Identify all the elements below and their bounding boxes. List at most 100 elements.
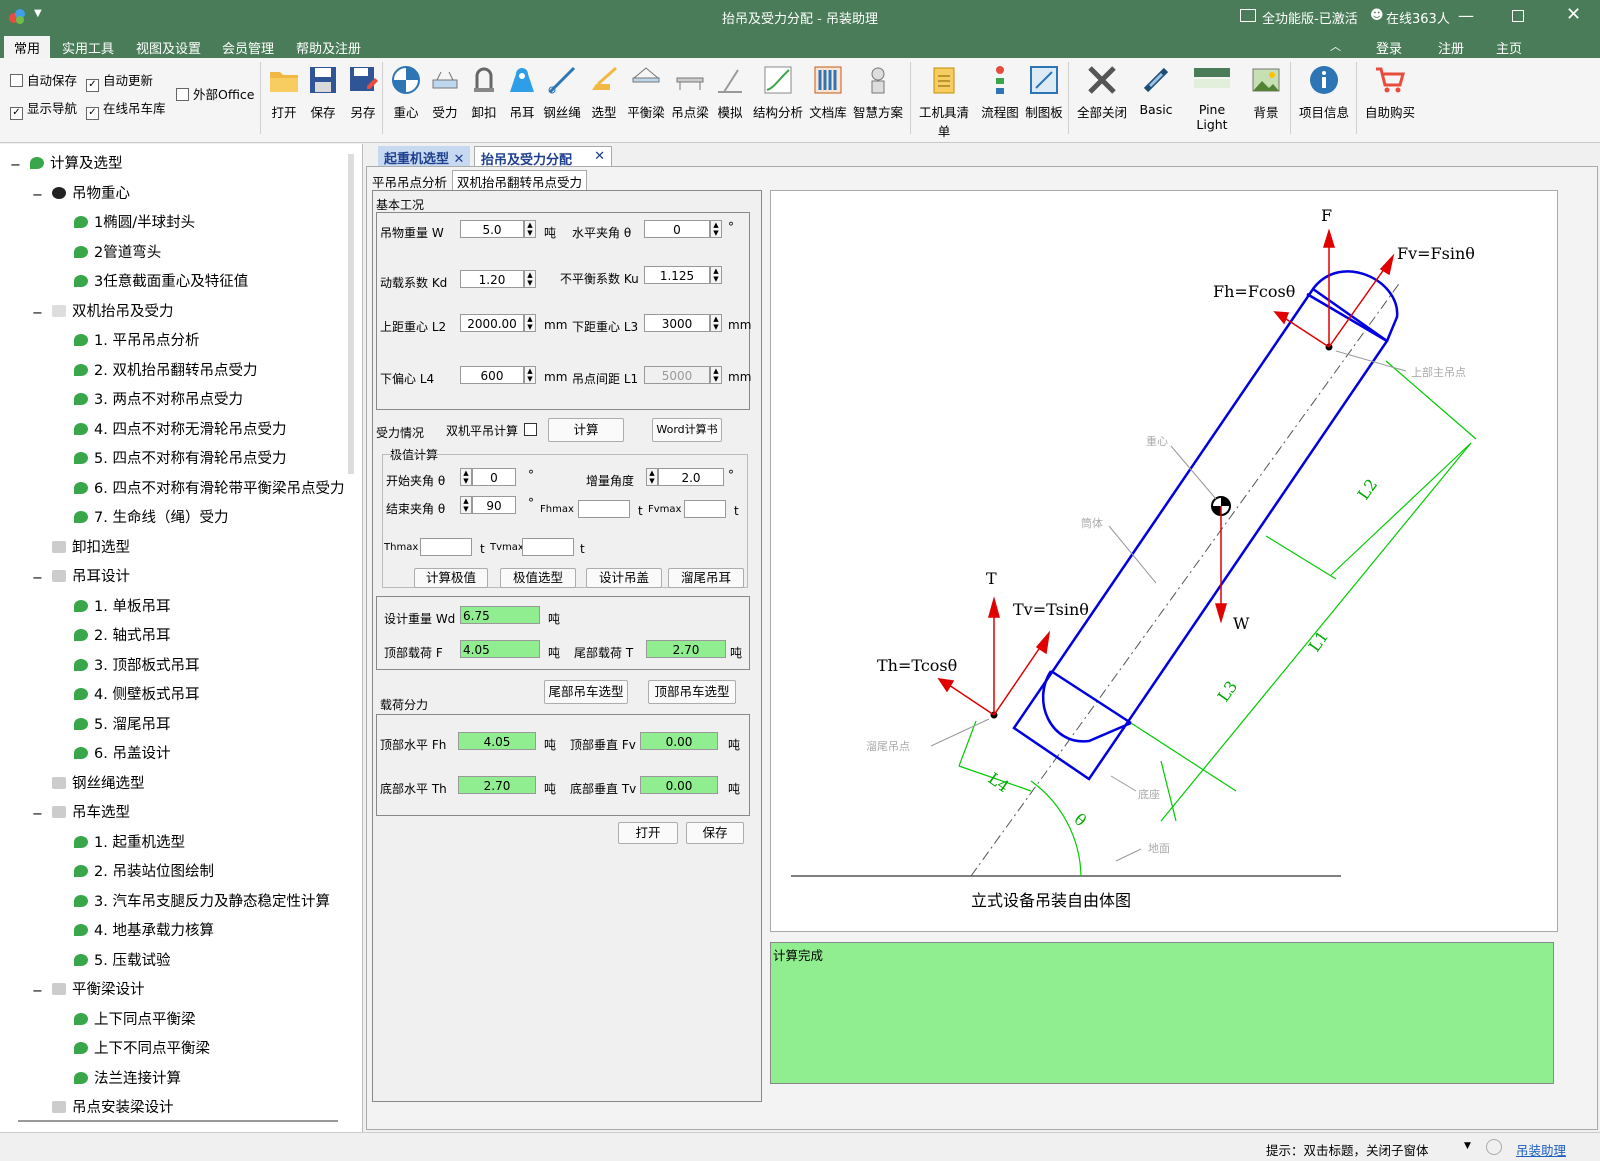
tree-expander-icon[interactable]: −	[32, 571, 43, 586]
word-report-button[interactable]: Word计算书	[652, 418, 722, 442]
external-office-checkbox[interactable]: 外部Office	[176, 84, 255, 103]
tree-item[interactable]: 3. 两点不对称吊点受力	[74, 388, 243, 409]
ku-spinner[interactable]: ▲ ▼	[710, 266, 722, 284]
tree-item[interactable]: 吊物重心	[52, 182, 130, 203]
lifting-beam-button[interactable]: 吊点梁	[668, 64, 712, 121]
end-angle-input[interactable]: 90	[472, 496, 516, 514]
tree-item[interactable]: 吊耳设计	[52, 565, 130, 586]
menu-home[interactable]: 主页	[1496, 38, 1522, 57]
start-angle-spinner[interactable]: ▲ ▼	[460, 468, 472, 486]
background-button[interactable]: 背景	[1244, 64, 1288, 121]
tree-item[interactable]: 3. 汽车吊支腿反力及静态稳定性计算	[74, 890, 330, 911]
tree-item[interactable]: 上下不同点平衡梁	[74, 1037, 210, 1058]
save-button[interactable]: 保存	[301, 64, 345, 121]
crane-selection-button[interactable]: 选型	[582, 64, 626, 121]
save-as-button[interactable]: 另存	[341, 64, 385, 121]
tree-item[interactable]: 1. 平吊吊点分析	[74, 329, 199, 350]
drawing-board-button[interactable]: 制图板	[1022, 64, 1066, 121]
tree-item[interactable]: 法兰连接计算	[74, 1067, 181, 1088]
angle-spinner[interactable]: ▲ ▼	[710, 220, 722, 238]
design-cover-button[interactable]: 设计吊盖	[586, 568, 662, 588]
tail-crane-select-button[interactable]: 尾部吊车选型	[544, 680, 628, 704]
wire-rope-button[interactable]: 钢丝绳	[540, 64, 584, 121]
l2-spinner[interactable]: ▲ ▼	[524, 314, 536, 332]
start-angle-input[interactable]: 0	[472, 468, 516, 486]
tree-item[interactable]: 2管道弯头	[74, 241, 161, 262]
auto-update-checkbox[interactable]: ✓ 自动更新	[86, 70, 153, 92]
minimize-button[interactable]: —	[1458, 6, 1474, 25]
increment-spinner[interactable]: ▲ ▼	[646, 468, 658, 486]
tree-expander-icon[interactable]: −	[10, 158, 21, 173]
tree-item[interactable]: 3. 顶部板式吊耳	[74, 654, 199, 675]
tree-item[interactable]: 6. 吊盖设计	[74, 742, 170, 763]
angle-input[interactable]: 0	[644, 220, 710, 238]
tree-expander-icon[interactable]: −	[32, 306, 43, 321]
dual-flat-checkbox[interactable]	[524, 423, 537, 436]
tree-item[interactable]: 1椭圆/半球封头	[74, 211, 195, 232]
l4-input[interactable]: 600	[460, 366, 524, 384]
tree-item[interactable]: 4. 地基承载力核算	[74, 919, 214, 940]
open-file-button[interactable]: 打开	[618, 822, 678, 844]
tree-item[interactable]: 2. 双机抬吊翻转吊点受力	[74, 359, 257, 380]
tree-item[interactable]: 4. 四点不对称无滑轮吊点受力	[74, 418, 286, 439]
cg-button[interactable]: 重心	[384, 64, 428, 121]
tree-expander-icon[interactable]: −	[32, 984, 43, 999]
menu-view[interactable]: 视图及设置	[136, 38, 201, 57]
thmax-input[interactable]	[420, 538, 472, 556]
self-purchase-button[interactable]: 自助购买	[1362, 64, 1418, 121]
collapse-ribbon-icon[interactable]: ︿	[1330, 38, 1341, 54]
calc-extreme-button[interactable]: 计算极值	[414, 568, 488, 588]
show-nav-checkbox[interactable]: ✓ 显示导航	[10, 98, 77, 120]
close-tab-icon[interactable]: ✕	[594, 149, 605, 164]
tail-lug-button[interactable]: 溜尾吊耳	[668, 568, 744, 588]
tree-item[interactable]: 1. 起重机选型	[74, 831, 185, 852]
tvmax-input[interactable]	[522, 538, 574, 556]
tree-item[interactable]: 6. 四点不对称有滑轮带平衡梁吊点受力	[74, 477, 344, 498]
tree-item[interactable]: 5. 四点不对称有滑轮吊点受力	[74, 447, 286, 468]
subtab-dual-lift[interactable]: 双机抬吊翻转吊点受力	[452, 170, 588, 192]
menu-member[interactable]: 会员管理	[222, 38, 274, 57]
l2-input[interactable]: 2000.00	[460, 314, 524, 332]
close-tab-icon[interactable]: ✕	[454, 152, 465, 167]
status-dropdown-icon[interactable]: ▼	[1464, 1141, 1471, 1151]
increment-input[interactable]: 2.0	[658, 468, 724, 486]
menu-register[interactable]: 注册	[1438, 38, 1464, 57]
tree-item[interactable]: 3任意截面重心及特征值	[74, 270, 248, 291]
menu-login[interactable]: 登录	[1376, 38, 1402, 57]
tree-item[interactable]: 4. 侧壁板式吊耳	[74, 683, 199, 704]
tree-item[interactable]: 计算及选型	[30, 152, 123, 173]
fvmax-input[interactable]	[684, 500, 726, 518]
flowchart-button[interactable]: 流程图	[978, 64, 1022, 121]
tree-item[interactable]: 5. 溜尾吊耳	[74, 713, 170, 734]
end-angle-spinner[interactable]: ▲ ▼	[460, 496, 472, 514]
weight-spinner[interactable]: ▲ ▼	[524, 220, 536, 238]
open-button[interactable]: 打开	[262, 64, 306, 121]
tree-scrollbar[interactable]	[348, 154, 354, 474]
force-button[interactable]: 受力	[423, 64, 467, 121]
fhmax-input[interactable]	[578, 500, 630, 518]
project-info-button[interactable]: 项目信息	[1296, 64, 1352, 121]
kd-input[interactable]: 1.20	[460, 270, 524, 288]
l3-input[interactable]: 3000	[644, 314, 710, 332]
ku-input[interactable]: 1.125	[644, 266, 710, 284]
menu-common[interactable]: 常用	[4, 36, 51, 58]
spreader-beam-button[interactable]: 平衡梁	[624, 64, 668, 121]
close-all-button[interactable]: 全部关闭	[1074, 64, 1130, 121]
tree-item[interactable]: 双机抬吊及受力	[52, 300, 174, 321]
theme-pine-light-button[interactable]: Pine Light	[1182, 64, 1242, 132]
tree-item[interactable]: 吊车选型	[52, 801, 130, 822]
simulate-button[interactable]: 模拟	[708, 64, 752, 121]
tree-item[interactable]: 1. 单板吊耳	[74, 595, 170, 616]
extreme-select-button[interactable]: 极值选型	[500, 568, 576, 588]
subtab-flat-lift[interactable]: 平吊吊点分析	[372, 172, 447, 191]
save-file-button[interactable]: 保存	[686, 822, 744, 844]
l4-spinner[interactable]: ▲ ▼	[524, 366, 536, 384]
auto-save-checkbox[interactable]: 自动保存	[10, 70, 77, 89]
tree-item[interactable]: 吊点安装梁设计	[52, 1096, 174, 1117]
restore-button[interactable]	[1512, 10, 1524, 22]
structure-analysis-button[interactable]: 结构分析	[752, 64, 804, 121]
tree-item[interactable]: 上下同点平衡梁	[74, 1008, 196, 1029]
tree-expander-icon[interactable]: −	[32, 188, 43, 203]
tree-expander-icon[interactable]: −	[32, 807, 43, 822]
tree-horizontal-scrollbar[interactable]	[18, 1120, 338, 1122]
